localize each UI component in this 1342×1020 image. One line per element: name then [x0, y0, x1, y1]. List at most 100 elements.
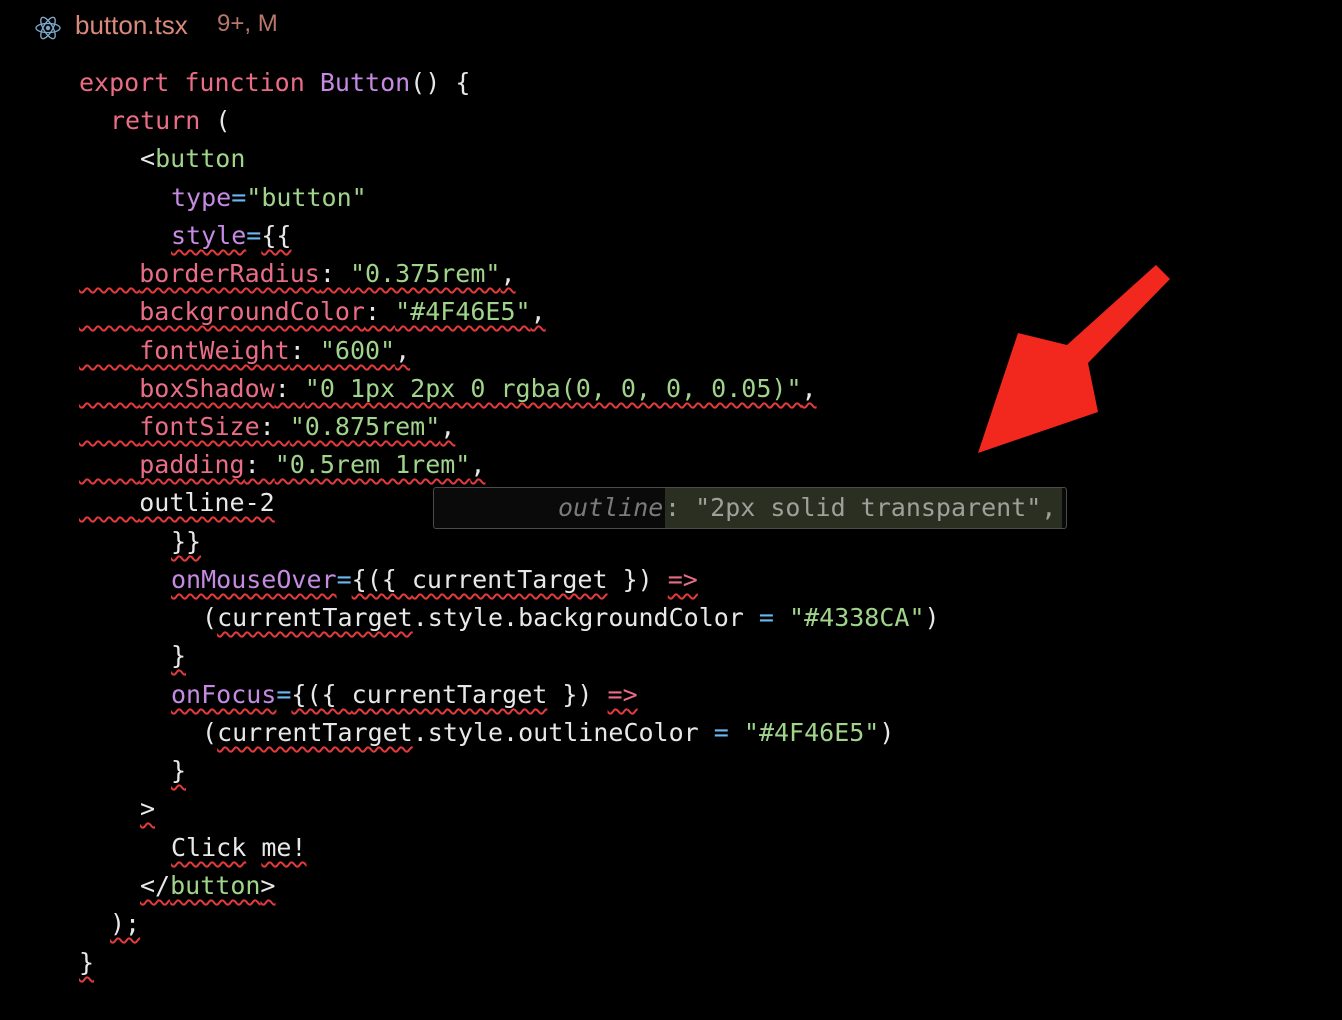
code-line: boxShadow: "0 1px 2px 0 rgba(0, 0, 0, 0.… [139, 374, 817, 403]
code-line: Click me! [171, 829, 306, 867]
object-key: backgroundColor [139, 297, 365, 326]
punctuation: } [171, 641, 187, 670]
punctuation: {({ [291, 680, 352, 709]
string-literal: "0 1px 2px 0 rgba(0, 0, 0, 0.05)" [304, 374, 802, 403]
code-line: padding: "0.5rem 1rem", [139, 450, 486, 479]
punctuation: () { [410, 68, 471, 97]
code-line: fontSize: "0.875rem", [139, 412, 456, 441]
punctuation: , [470, 450, 486, 479]
editor-tab[interactable]: button.tsx 9+, M [0, 0, 1342, 56]
punctuation: , [395, 336, 411, 365]
punctuation: ( [202, 603, 218, 632]
identifier: currentTarget [217, 603, 413, 632]
string-literal: "0.875rem" [289, 412, 441, 441]
operator: = [713, 718, 729, 747]
jsx-text: Click [171, 833, 247, 862]
punctuation: > [260, 871, 276, 900]
jsx-attribute: onMouseOver [171, 565, 337, 594]
punctuation: ( [200, 106, 231, 135]
operator: = [231, 183, 247, 212]
code-line-cursor[interactable]: outline-2 [79, 484, 275, 522]
object-key: fontSize [139, 412, 260, 441]
string-literal: "button" [246, 183, 367, 212]
string-literal: "0.5rem 1rem" [274, 450, 471, 479]
string-literal: "#4F46E5" [395, 297, 531, 326]
code-line: } [171, 752, 186, 790]
code-line: borderRadius: "0.375rem", [139, 259, 516, 288]
string-literal: "0.375rem" [349, 259, 501, 288]
jsx-attribute: type [171, 183, 232, 212]
punctuation: }) [547, 680, 608, 709]
punctuation: , [440, 412, 456, 441]
code-line: backgroundColor: "#4F46E5", [139, 297, 546, 326]
code-line: onFocus={({ currentTarget }) => [171, 676, 638, 714]
keyword: function [184, 68, 305, 97]
punctuation: > [140, 794, 156, 823]
code-line: return ( [110, 102, 230, 140]
punctuation: ) [879, 718, 895, 747]
object-key: fontWeight [139, 336, 290, 365]
member-access: .style.outlineColor [412, 718, 714, 747]
identifier: currentTarget [217, 718, 413, 747]
punctuation: , [530, 297, 546, 326]
red-arrow-icon [978, 265, 1170, 453]
punctuation: , [801, 374, 817, 403]
code-line: type="button" [171, 179, 367, 217]
parameter: currentTarget [351, 680, 548, 709]
code-line: style={{ [171, 217, 291, 255]
punctuation: } [79, 948, 95, 977]
jsx-text: me! [261, 833, 307, 862]
typed-text: outline-2 [139, 488, 275, 517]
suggestion-completion: : "2px solid transparent", [665, 488, 1063, 528]
object-key: borderRadius [139, 259, 320, 288]
punctuation: } [171, 756, 187, 785]
punctuation: }} [171, 527, 202, 556]
punctuation: , [500, 259, 516, 288]
code-line: } [79, 944, 94, 982]
code-line: }} [171, 523, 201, 561]
operator: = [276, 680, 292, 709]
parameter: currentTarget [411, 565, 608, 594]
keyword: export [79, 68, 170, 97]
code-line: (currentTarget.style.outlineColor = "#4F… [202, 714, 894, 752]
code-line: (currentTarget.style.backgroundColor = "… [202, 599, 940, 637]
string-literal: "600" [319, 336, 396, 365]
jsx-tag: button [155, 144, 246, 173]
punctuation: ) [924, 603, 940, 632]
arrow-operator: => [607, 680, 638, 709]
code-line: fontWeight: "600", [139, 336, 411, 365]
jsx-attribute: style [171, 221, 247, 250]
code-line: ); [110, 905, 140, 943]
object-key: padding [139, 450, 245, 479]
punctuation: < [140, 144, 156, 173]
inline-suggestion[interactable]: outline : "2px solid transparent", [433, 487, 1067, 529]
tab-filename: button.tsx [75, 10, 188, 40]
punctuation: ( [202, 718, 218, 747]
code-line: } [171, 637, 186, 675]
code-line: export function Button() { [79, 64, 470, 102]
punctuation: ); [110, 909, 141, 938]
code-line: </button> [140, 867, 275, 905]
punctuation: </ [140, 871, 171, 900]
code-line: > [140, 790, 155, 828]
jsx-tag: button [170, 871, 261, 900]
punctuation: }) [607, 565, 668, 594]
string-literal: "#4338CA" [789, 603, 925, 632]
tab-problem-status: 9+, M [217, 10, 278, 37]
suggestion-property: outline [558, 493, 664, 522]
react-icon [35, 16, 61, 40]
string-literal: "#4F46E5" [743, 718, 880, 747]
keyword: return [110, 106, 201, 135]
code-line: <button [140, 140, 245, 178]
operator: = [246, 221, 262, 250]
jsx-attribute: onFocus [171, 680, 277, 709]
object-key: boxShadow [139, 374, 275, 403]
arrow-operator: => [667, 565, 698, 594]
punctuation: {{ [261, 221, 292, 250]
punctuation: {({ [351, 565, 412, 594]
function-name: Button [319, 68, 411, 97]
code-line: onMouseOver={({ currentTarget }) => [171, 561, 698, 599]
operator: = [758, 603, 774, 632]
member-access: .style.backgroundColor [412, 603, 759, 632]
operator: = [336, 565, 352, 594]
